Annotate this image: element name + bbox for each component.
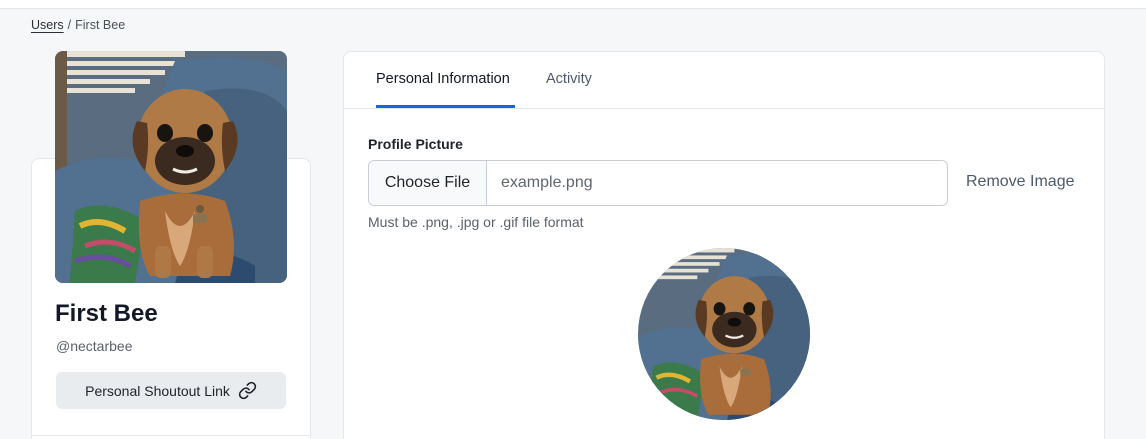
profile-picture-label: Profile Picture bbox=[368, 136, 463, 152]
profile-handle: @nectarbee bbox=[56, 338, 133, 354]
personal-shoutout-link-button[interactable]: Personal Shoutout Link bbox=[56, 372, 286, 409]
tab-activity[interactable]: Activity bbox=[546, 71, 592, 87]
profile-photo bbox=[55, 51, 287, 283]
breadcrumb-current: First Bee bbox=[75, 18, 126, 32]
top-bar bbox=[0, 0, 1146, 9]
breadcrumb-separator: / bbox=[67, 18, 72, 32]
file-format-help-text: Must be .png, .jpg or .gif file format bbox=[368, 214, 584, 230]
remove-image-button[interactable]: Remove Image bbox=[966, 173, 1075, 191]
choose-file-button[interactable]: Choose File bbox=[369, 161, 487, 205]
tab-bar: Personal Information Activity bbox=[344, 52, 1104, 109]
profile-display-name: First Bee bbox=[55, 300, 158, 327]
main-panel: Personal Information Activity Profile Pi… bbox=[343, 51, 1105, 439]
breadcrumb: Users / First Bee bbox=[31, 18, 125, 32]
active-tab-indicator bbox=[376, 105, 515, 108]
avatar-preview bbox=[638, 248, 810, 420]
profile-card-divider bbox=[32, 435, 310, 436]
selected-file-name: example.png bbox=[501, 174, 593, 191]
breadcrumb-link-users[interactable]: Users bbox=[31, 18, 64, 32]
shoutout-link-label: Personal Shoutout Link bbox=[85, 382, 230, 399]
link-icon bbox=[238, 381, 257, 400]
dog-photo-image bbox=[55, 51, 287, 283]
tab-personal-information[interactable]: Personal Information bbox=[376, 71, 510, 87]
dog-avatar-image bbox=[638, 248, 810, 420]
profile-picture-file-input[interactable]: Choose File example.png bbox=[368, 160, 948, 206]
